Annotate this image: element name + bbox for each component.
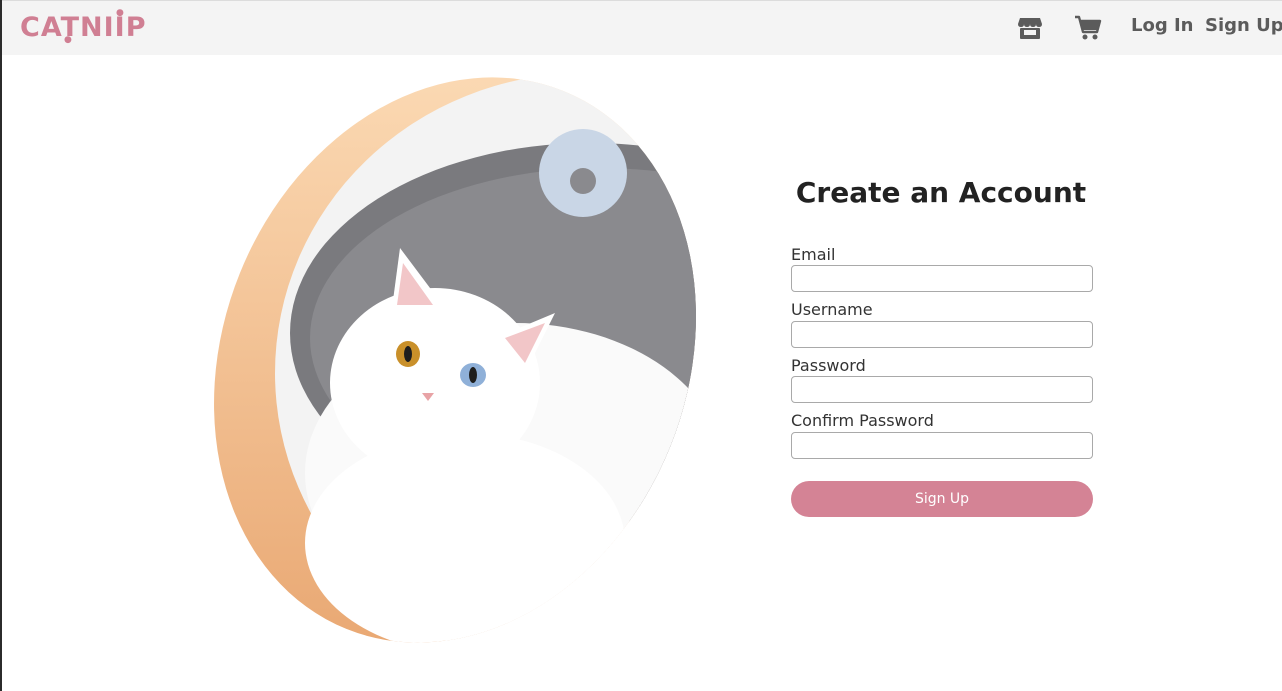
window-edge xyxy=(0,0,2,691)
hero-image xyxy=(205,73,779,673)
store-icon[interactable] xyxy=(1016,14,1044,42)
page-title: Create an Account xyxy=(795,176,1087,209)
paw-icon: ● xyxy=(116,8,124,18)
confirm-password-field[interactable] xyxy=(791,432,1093,459)
login-link[interactable]: Log In xyxy=(1131,15,1194,36)
username-label: Username xyxy=(791,300,873,319)
email-field[interactable] xyxy=(791,265,1093,292)
top-navbar: CATNIIP ● ● Log In Sign Up xyxy=(2,0,1282,55)
cart-icon[interactable] xyxy=(1074,14,1102,42)
paw-icon: ● xyxy=(64,35,72,45)
brand-logo[interactable]: CATNIIP ● ● xyxy=(20,7,147,47)
email-label: Email xyxy=(791,245,836,264)
username-field[interactable] xyxy=(791,321,1093,348)
signup-link[interactable]: Sign Up xyxy=(1205,15,1282,36)
logo-text: CATNIIP xyxy=(20,11,147,43)
password-field[interactable] xyxy=(791,376,1093,403)
signup-submit-button[interactable]: Sign Up xyxy=(791,481,1093,517)
password-label: Password xyxy=(791,356,866,375)
cat-illustration xyxy=(205,73,779,673)
confirm-password-label: Confirm Password xyxy=(791,411,934,430)
